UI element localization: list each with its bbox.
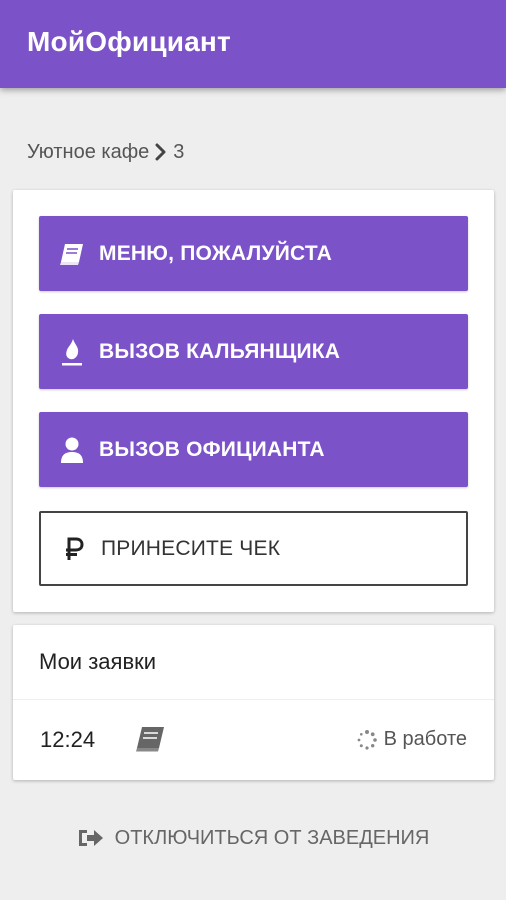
call-waiter-label: ВЫЗОВ ОФИЦИАНТА (99, 437, 325, 461)
sign-out-icon (77, 827, 105, 849)
person-icon (57, 435, 87, 465)
menu-request-button[interactable]: МЕНЮ, ПОЖАЛУЙСТА (39, 216, 468, 291)
breadcrumb-venue[interactable]: Уютное кафе (27, 141, 149, 164)
disconnect-label: ОТКЛЮЧИТЬСЯ ОТ ЗАВЕДЕНИЯ (114, 826, 430, 849)
flame-icon (57, 337, 87, 367)
breadcrumb-table: 3 (173, 140, 185, 163)
ruble-icon (59, 534, 89, 564)
menu-request-label: МЕНЮ, ПОЖАЛУЙСТА (99, 241, 332, 265)
order-status: В работе (356, 728, 467, 751)
call-waiter-button[interactable]: ВЫЗОВ ОФИЦИАНТА (39, 412, 468, 487)
order-time: 12:24 (40, 727, 96, 752)
breadcrumb: Уютное кафе 3 (27, 138, 184, 166)
order-status-label: В работе (383, 728, 467, 750)
bring-bill-label: ПРИНЕСИТЕ ЧЕК (101, 536, 281, 560)
call-hookah-label: ВЫЗОВ КАЛЬЯНЩИКА (99, 339, 341, 363)
actions-card: МЕНЮ, ПОЖАЛУЙСТА ВЫЗОВ КАЛЬЯНЩИКА ВЫЗОВ … (13, 190, 494, 612)
my-orders-card: Мои заявки 12:24 В работе (13, 625, 494, 780)
book-icon (57, 239, 87, 269)
call-hookah-button[interactable]: ВЫЗОВ КАЛЬЯНЩИКА (39, 314, 468, 389)
spinner-icon (356, 729, 378, 751)
book-icon (133, 724, 169, 756)
chevron-right-icon (155, 143, 167, 161)
orders-title: Мои заявки (39, 649, 157, 674)
disconnect-button[interactable]: ОТКЛЮЧИТЬСЯ ОТ ЗАВЕДЕНИЯ (0, 820, 506, 856)
list-item[interactable]: 12:24 В работе (13, 701, 494, 779)
divider (13, 699, 494, 700)
app-title: МойОфициант (27, 26, 231, 57)
app-bar: МойОфициант (0, 0, 506, 88)
bring-bill-button[interactable]: ПРИНЕСИТЕ ЧЕК (39, 511, 468, 586)
